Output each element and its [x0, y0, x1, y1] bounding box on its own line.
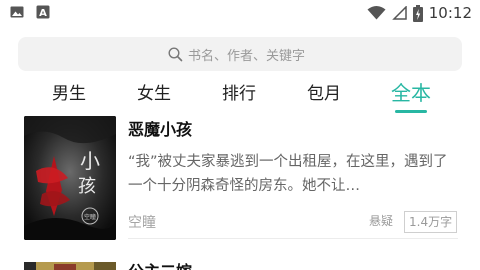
genre-tag: 悬疑: [369, 214, 394, 228]
search-input[interactable]: 书名、作者、关键字: [18, 37, 462, 71]
svg-text:小: 小: [80, 149, 100, 173]
book-title[interactable]: 公主二嫁: [128, 258, 192, 270]
svg-text:空瞳: 空瞳: [84, 213, 96, 221]
status-bar: A 10:12: [0, 0, 480, 26]
search-placeholder-group: 书名、作者、关键字: [168, 45, 305, 64]
font-icon: A: [36, 5, 50, 19]
tab-active-indicator: [395, 110, 427, 113]
card-divider: [128, 238, 458, 239]
battery-icon: [412, 4, 423, 22]
tab-complete[interactable]: 全本: [391, 79, 431, 107]
image-icon: [10, 6, 24, 18]
tab-monthly[interactable]: 包月: [307, 82, 341, 106]
status-bar-system: 10:12: [367, 2, 472, 24]
clock: 10:12: [428, 4, 472, 22]
wifi-icon: [367, 6, 386, 20]
word-count-badge: 1.4万字: [404, 211, 458, 233]
search-placeholder: 书名、作者、关键字: [188, 49, 306, 64]
book-cover-art: 小 孩 空瞳: [24, 116, 116, 240]
svg-text:A: A: [39, 8, 47, 19]
tab-male[interactable]: 男生: [52, 82, 86, 106]
signal-icon: [391, 6, 407, 20]
tab-ranking[interactable]: 排行: [222, 82, 256, 106]
book-cover[interactable]: 小 孩 空瞳: [24, 116, 116, 240]
book-cover[interactable]: [24, 262, 116, 270]
status-bar-notifications: A: [10, 5, 50, 19]
svg-text:孩: 孩: [78, 176, 96, 197]
book-description: “我”被丈夫家暴逃到一个出租屋，在这里，遇到了一个十分阴森奇怪的房东。她不让…: [128, 154, 448, 194]
tab-female[interactable]: 女生: [137, 82, 171, 106]
search-icon: [168, 47, 183, 62]
book-title[interactable]: 恶魔小孩: [128, 116, 192, 140]
book-cover-art: [24, 262, 116, 270]
book-author: 空瞳: [128, 215, 156, 231]
